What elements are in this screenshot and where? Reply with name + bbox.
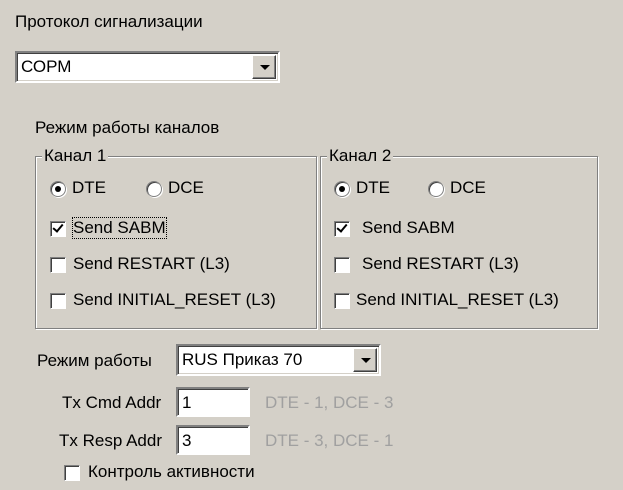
tx-cmd-addr-hint: DTE - 1, DCE - 3 — [265, 393, 394, 412]
channel2-send-initial-reset-checkbox[interactable] — [334, 293, 350, 309]
protocol-select-value: СОРМ — [21, 57, 72, 76]
channel1-send-restart-checkbox[interactable] — [50, 257, 66, 273]
channel2-dte-label[interactable]: DTE — [356, 178, 390, 198]
channel2-title: Канал 2 — [327, 146, 394, 166]
channel2-send-restart-checkbox[interactable] — [334, 257, 350, 273]
activity-checkbox[interactable] — [64, 465, 80, 481]
activity-label[interactable]: Контроль активности — [88, 462, 255, 482]
channel1-send-initial-reset-checkbox[interactable] — [50, 293, 66, 309]
chevron-down-icon[interactable] — [353, 348, 377, 372]
tx-cmd-addr-label: Tx Cmd Addr — [62, 393, 162, 412]
protocol-label: Протокол сигнализации — [15, 12, 203, 31]
channel1-send-sabm-checkbox[interactable] — [50, 221, 66, 237]
channel1-send-initial-reset-label[interactable]: Send INITIAL_RESET (L3) — [73, 290, 276, 310]
channels-mode-label: Режим работы каналов — [35, 118, 220, 137]
chevron-down-icon[interactable] — [252, 55, 276, 79]
channel1-dce-label[interactable]: DCE — [168, 178, 204, 198]
channel2-dte-radio[interactable] — [334, 181, 350, 197]
channel1-dte-radio[interactable] — [50, 181, 66, 197]
channel2-dce-radio[interactable] — [428, 181, 444, 197]
channel1-title: Канал 1 — [42, 146, 109, 166]
channel1-send-sabm-label[interactable]: Send SABM — [72, 217, 167, 239]
mode-label: Режим работы — [37, 351, 152, 370]
tx-cmd-addr-value: 1 — [182, 393, 192, 412]
tx-resp-addr-input[interactable]: 3 — [176, 425, 250, 455]
channel1-dte-label[interactable]: DTE — [72, 178, 106, 198]
tx-cmd-addr-input[interactable]: 1 — [176, 387, 250, 417]
channel2-send-sabm-checkbox[interactable] — [334, 221, 350, 237]
channel2-dce-label[interactable]: DCE — [450, 178, 486, 198]
channel1-send-restart-label[interactable]: Send RESTART (L3) — [73, 254, 230, 274]
channel2-send-restart-label[interactable]: Send RESTART (L3) — [362, 254, 519, 274]
mode-select-value: RUS Приказ 70 — [182, 350, 303, 369]
mode-select[interactable]: RUS Приказ 70 — [176, 344, 381, 376]
tx-resp-addr-value: 3 — [182, 431, 192, 450]
channel2-send-initial-reset-label[interactable]: Send INITIAL_RESET (L3) — [356, 290, 559, 310]
protocol-select[interactable]: СОРМ — [15, 51, 280, 83]
channel2-send-sabm-label[interactable]: Send SABM — [362, 218, 455, 238]
tx-resp-addr-label: Tx Resp Addr — [59, 431, 162, 450]
tx-resp-addr-hint: DTE - 3, DCE - 1 — [265, 431, 394, 450]
channel1-dce-radio[interactable] — [146, 181, 162, 197]
